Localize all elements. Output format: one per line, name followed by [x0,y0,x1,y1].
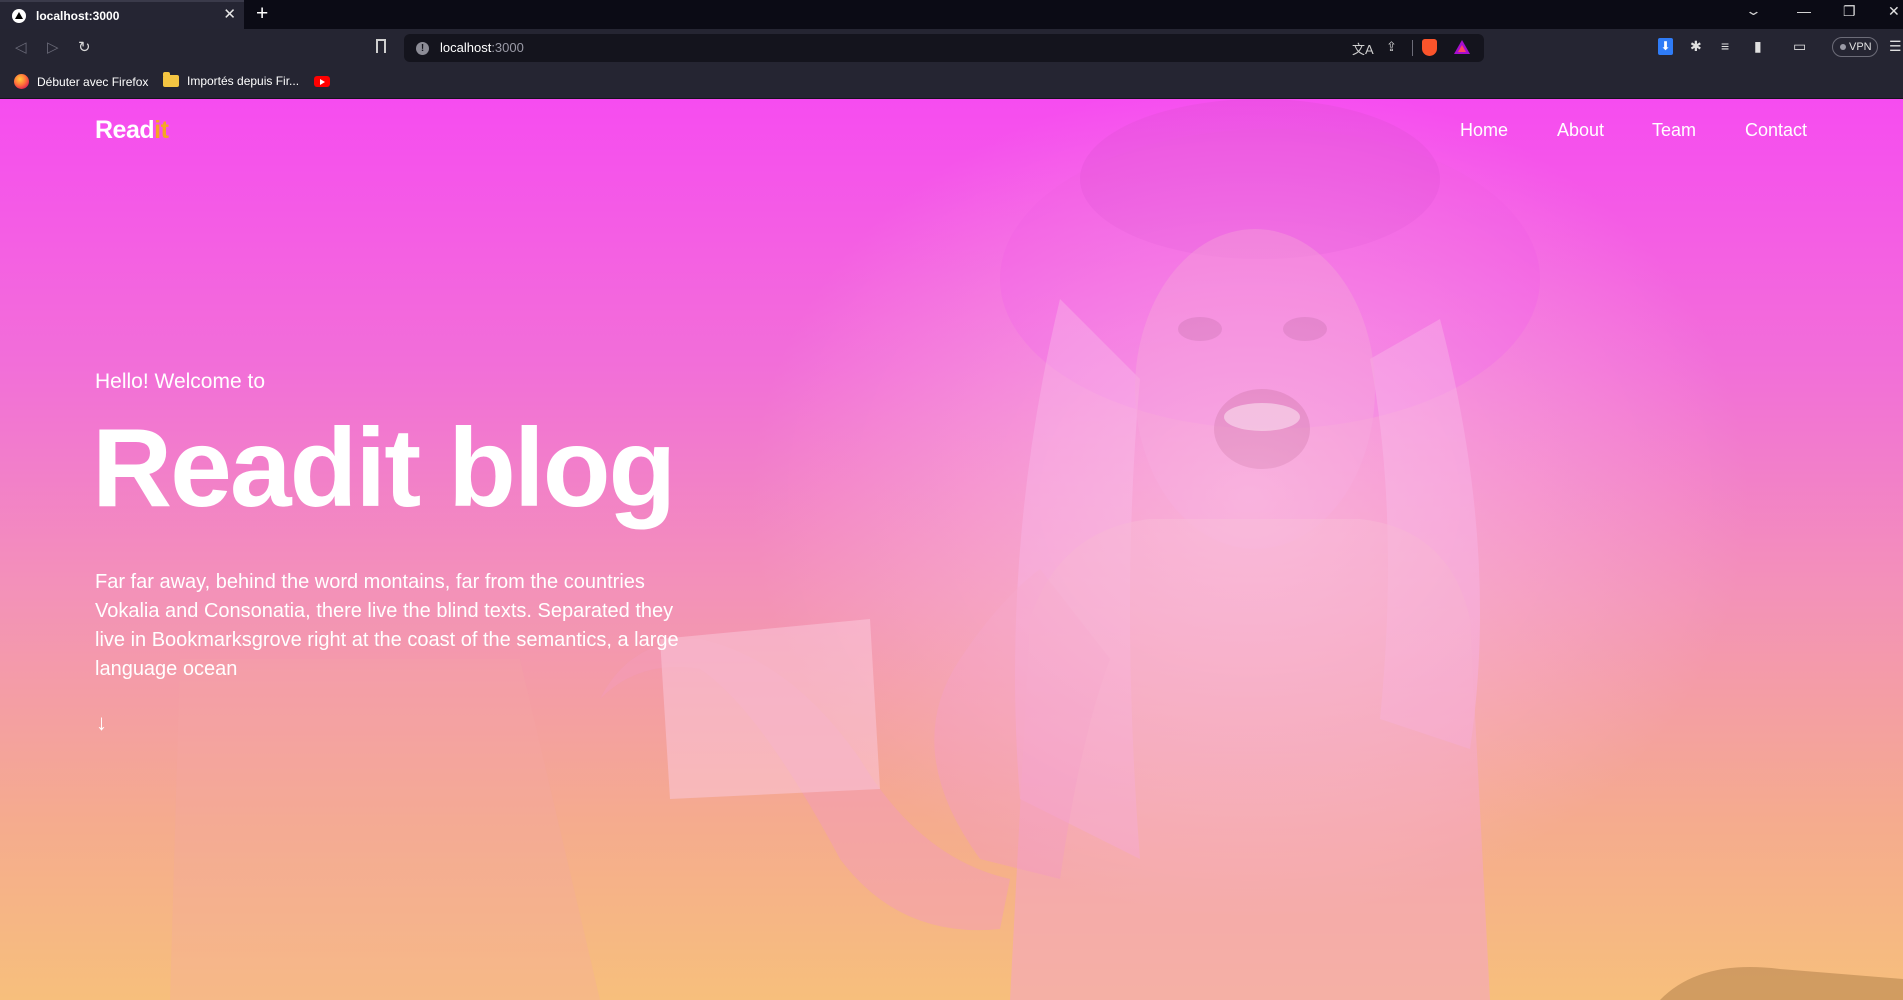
nav-link-team[interactable]: Team [1652,120,1696,141]
site-navbar: Readit Home About Team Contact [0,99,1903,161]
vercel-favicon-icon [12,8,26,23]
bookmark-youtube[interactable] [314,76,330,87]
close-window-button[interactable]: ✕ [1888,3,1900,20]
url-port: :3000 [491,40,524,55]
playlist-icon[interactable]: ≡ [1721,38,1729,54]
new-tab-button[interactable]: + [256,2,268,26]
url-separator [1412,40,1413,56]
back-button[interactable]: ◁ [15,38,27,56]
bookmark-imported-folder[interactable]: Importés depuis Fir... [163,72,300,88]
youtube-icon [314,76,330,87]
sidebar-icon[interactable]: ▮ [1754,38,1762,55]
wallet-icon[interactable]: ▭ [1793,38,1806,55]
menu-icon[interactable]: ☰ [1889,38,1902,55]
hero-description: Far far away, behind the word montains, … [95,571,679,680]
bookmark-label: Importés depuis Fir... [187,74,300,88]
site-logo[interactable]: Readit [95,116,169,145]
tab-title: localhost:3000 [36,8,120,23]
bookmarks-bar: Débuter avec Firefox Importés depuis Fir… [0,67,1903,99]
url-host: localhost [440,40,492,55]
bookmark-firefox[interactable]: Débuter avec Firefox [14,74,148,89]
vpn-button[interactable]: VPN [1832,37,1878,57]
hero-subtitle: Hello! Welcome to [95,370,266,393]
hero-title: Readit blog [92,406,676,530]
address-bar[interactable]: ! localhost:3000 文A ⇪ [404,34,1484,62]
site-info-icon[interactable]: ! [416,42,429,55]
logo-part-read: Read [95,116,155,144]
tab-list-chevron-icon[interactable]: ⌄ [1745,3,1762,19]
nav-link-home[interactable]: Home [1460,120,1508,141]
translate-icon[interactable]: 文A [1352,39,1374,58]
browser-toolbar: ◁ ▷ ↻ ! localhost:3000 文A ⇪ ⬇ ✱ ≡ ▮ ▭ VP… [0,29,1903,67]
bookmark-label: Débuter avec Firefox [37,74,149,89]
download-icon[interactable]: ⬇ [1658,38,1673,55]
vpn-label: VPN [1849,41,1872,53]
vpn-status-dot [1840,44,1846,50]
share-icon[interactable]: ⇪ [1386,39,1397,55]
tab-bar: localhost:3000 ✕ + ⌄ — ❐ ✕ [0,0,1903,29]
brave-shields-icon[interactable] [1422,39,1437,56]
browser-tab[interactable]: localhost:3000 ✕ [0,0,244,29]
logo-part-it: it [154,116,169,144]
extensions-puzzle-icon[interactable]: ✱ [1690,38,1702,55]
hero-section: Readit Home About Team Contact Hello! We… [0,99,1903,1000]
restore-button[interactable]: ❐ [1843,3,1856,20]
nav-link-about[interactable]: About [1557,120,1604,141]
hero-background-photo [170,99,1903,1000]
firefox-icon [14,74,29,89]
url-text[interactable]: localhost:3000 [440,40,524,55]
forward-button[interactable]: ▷ [47,38,59,56]
nav-link-contact[interactable]: Contact [1745,120,1807,141]
minimize-button[interactable]: — [1797,3,1811,19]
tab-close-icon[interactable]: ✕ [223,7,236,23]
brave-rewards-icon[interactable] [1454,40,1470,54]
reload-button[interactable]: ↻ [78,38,91,56]
folder-icon [163,72,179,87]
scroll-down-arrow-icon[interactable]: ↓ [96,710,107,736]
bookmark-page-icon[interactable] [376,39,386,57]
